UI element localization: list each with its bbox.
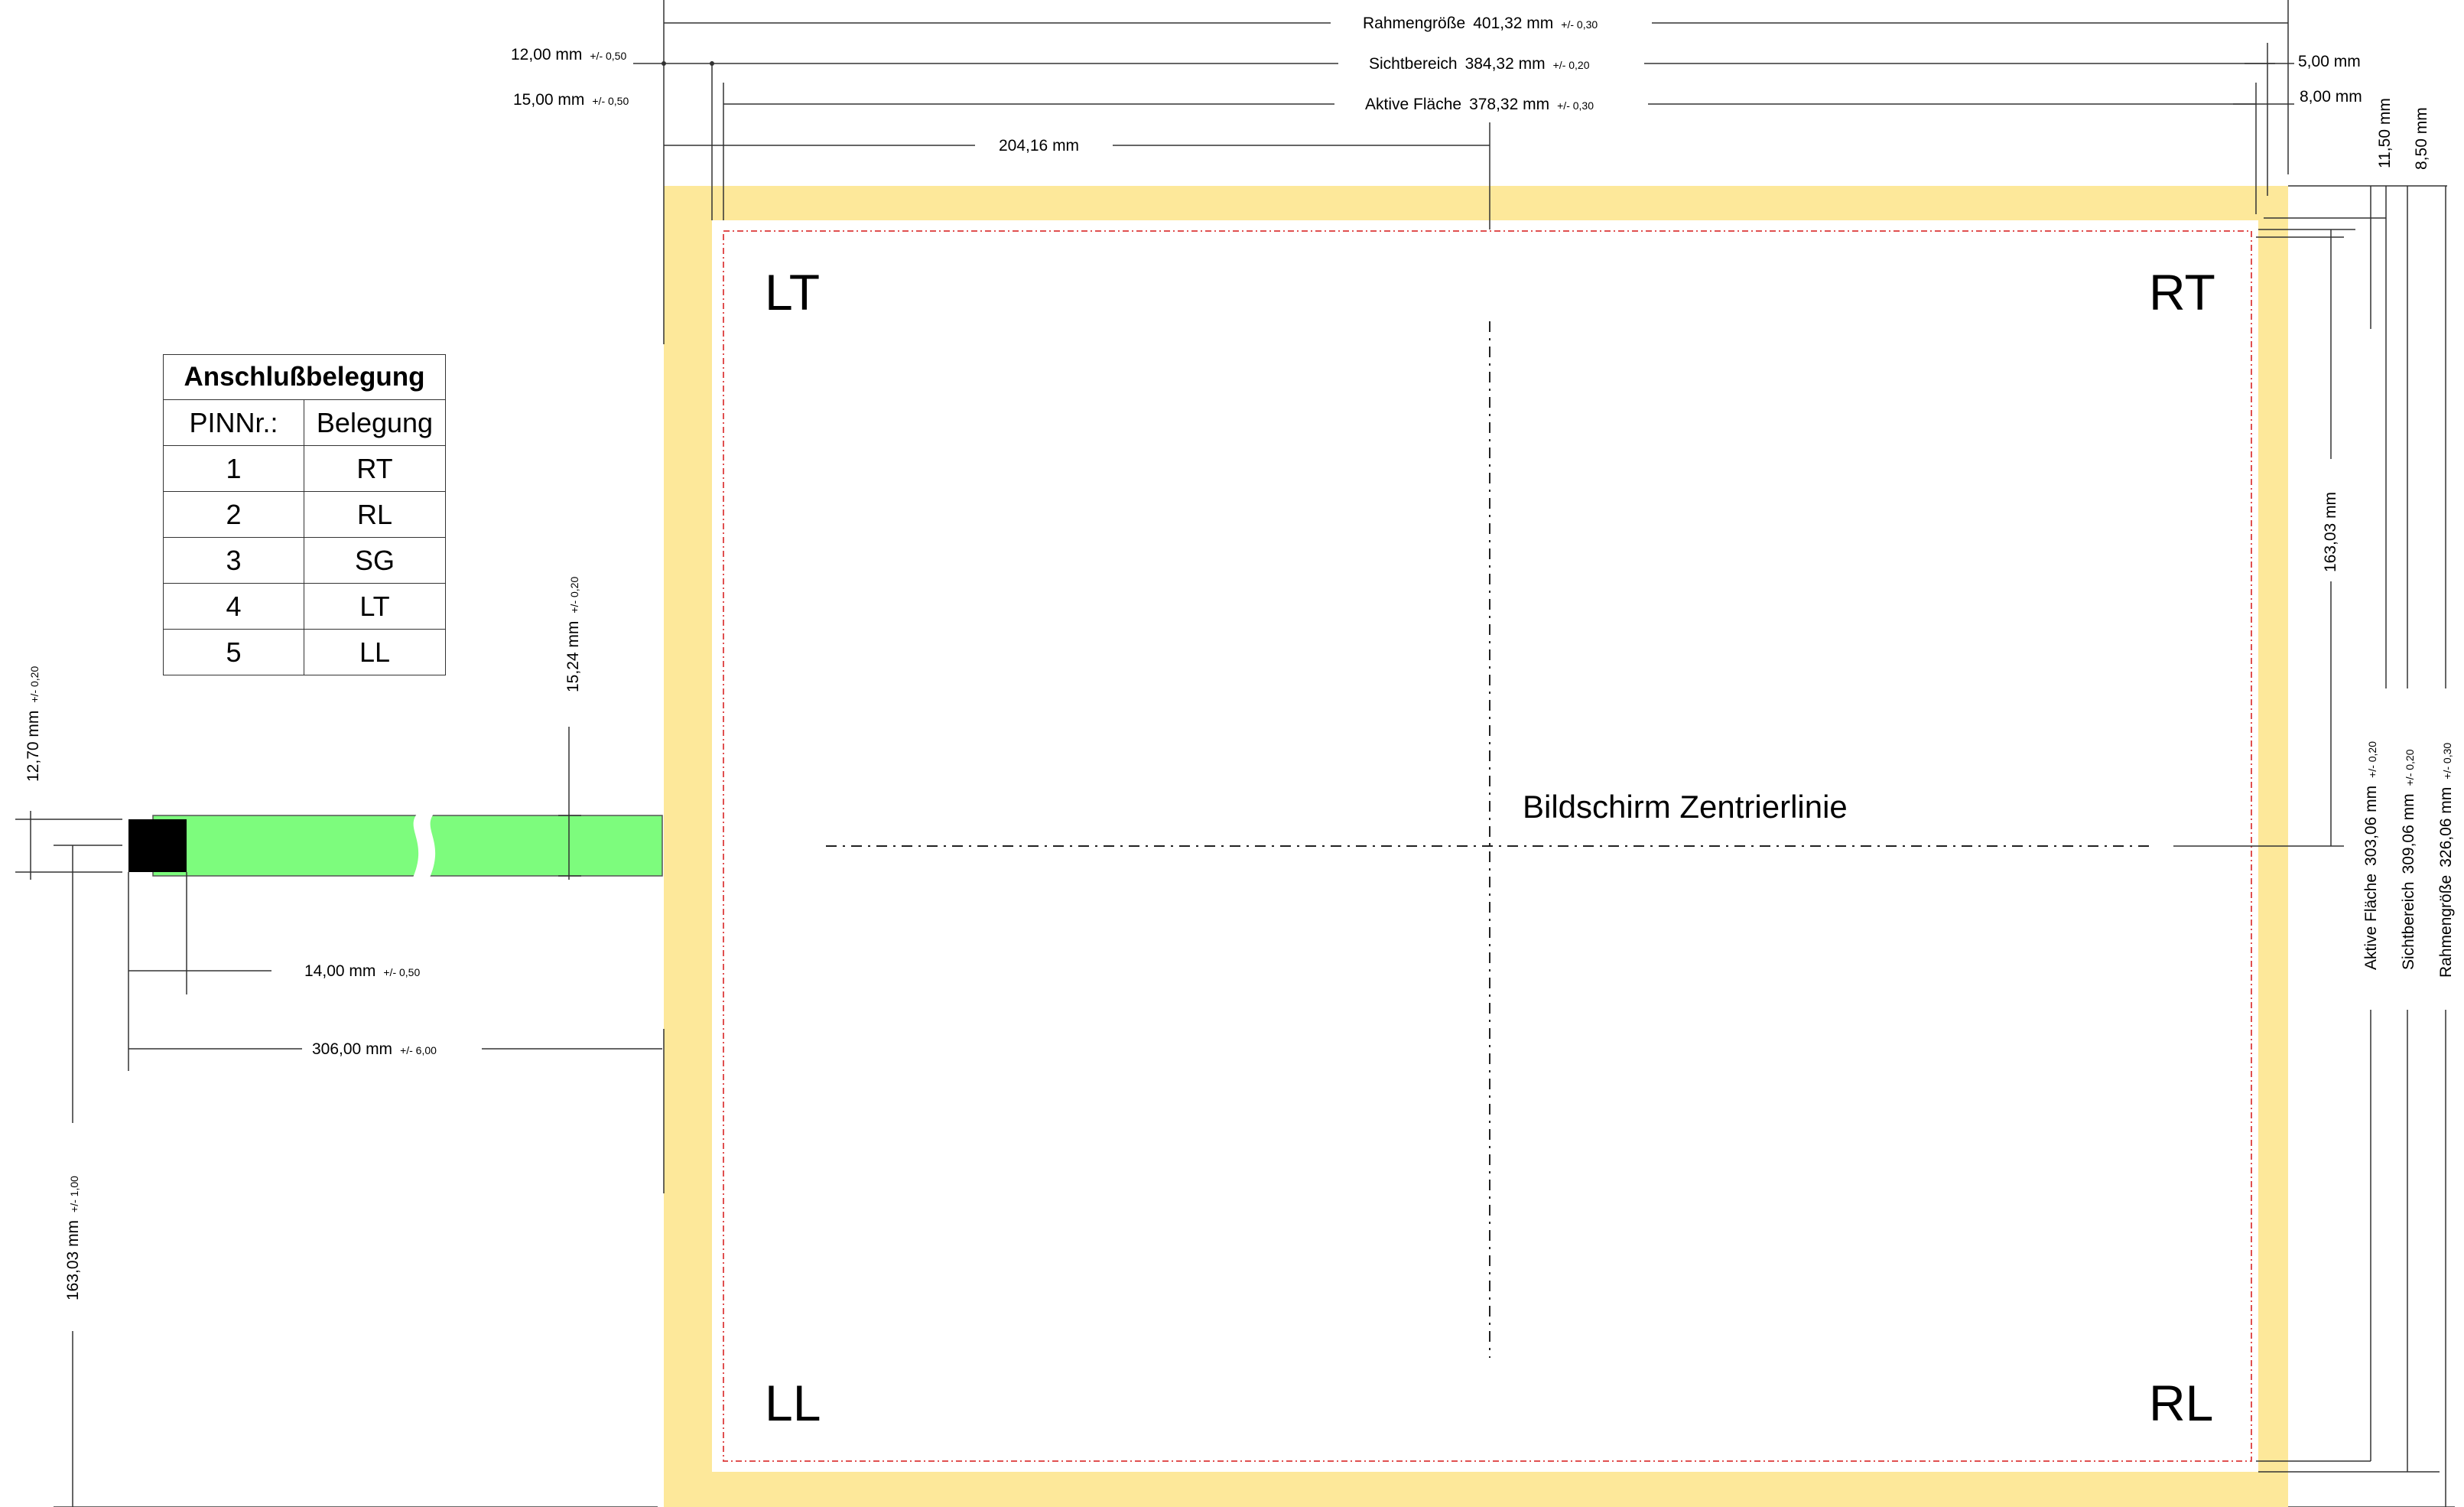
dim-right-163-value: 163,03 mm — [2322, 492, 2339, 572]
table-row: 3 SG — [163, 537, 446, 584]
dim-top-8-5-value: 8,50 mm — [2413, 107, 2430, 170]
svg-text:15,00 mm+/- 0,50: 15,00 mm +/- 0,50 — [513, 91, 629, 109]
dim-left-12-value: 12,00 mm — [511, 46, 582, 63]
dim-connector-width-tol: +/- 0,20 — [28, 666, 41, 703]
pin-table-title: Anschlußbelegung — [163, 354, 446, 400]
svg-text:12,70 mm+/- 0,20: 12,70 mm +/- 0,20 — [24, 666, 42, 782]
pin-number: 5 — [163, 629, 304, 675]
center-line-label: Bildschirm Zentrierlinie — [1523, 789, 1848, 825]
pin-number: 1 — [163, 445, 304, 492]
dim-frame-height-value: 326,06 mm — [2437, 787, 2455, 867]
dim-active-height-label: Aktive Fläche — [2362, 874, 2380, 970]
pin-assignment: RT — [304, 445, 446, 492]
dim-tail-width-value: 15,24 mm — [564, 621, 582, 692]
table-row: 4 LT — [163, 583, 446, 630]
svg-text:Sichtbereich384,32 mm+/- 0,20: Sichtbereich 384,32 mm +/- 0,20 — [1369, 55, 1590, 73]
dim-visible-height-value: 309,06 mm — [2400, 793, 2417, 874]
dim-right-8-value: 8,00 mm — [2300, 88, 2362, 106]
dim-visible-width-tol: +/- 0,20 — [1553, 59, 1590, 71]
corner-label-rt: RT — [2149, 264, 2215, 321]
svg-text:Aktive Fläche303,06 mm+/- 0,20: Aktive Fläche 303,06 mm +/- 0,20 — [2362, 741, 2380, 970]
dim-left-163-value: 163,03 mm — [64, 1220, 82, 1300]
svg-text:Rahmengröße326,06 mm+/- 0,30: Rahmengröße 326,06 mm +/- 0,30 — [2437, 743, 2455, 978]
dim-active-width-tol: +/- 0,30 — [1557, 99, 1594, 112]
dim-visible-height-label: Sichtbereich — [2400, 881, 2417, 970]
pin-number: 3 — [163, 537, 304, 584]
pin-assignment-table: Anschlußbelegung PINNr.: Belegung 1 RT 2… — [163, 354, 446, 675]
pin-number: 4 — [163, 583, 304, 630]
table-row: 2 RL — [163, 491, 446, 538]
dim-connector-width-value: 12,70 mm — [24, 711, 42, 782]
pin-table-header-assign: Belegung — [304, 399, 446, 446]
tail-strip — [152, 815, 663, 877]
dim-center-x-value: 204,16 mm — [999, 137, 1079, 155]
pin-assignment: RL — [304, 491, 446, 538]
svg-text:15,24 mm+/- 0,20: 15,24 mm +/- 0,20 — [564, 577, 582, 692]
dim-frame-height-label: Rahmengröße — [2437, 875, 2455, 978]
dim-left-15-value: 15,00 mm — [513, 91, 584, 109]
dim-connector-len-value: 14,00 mm — [304, 962, 375, 980]
dim-right-5-value: 5,00 mm — [2298, 53, 2361, 70]
svg-text:Rahmengröße401,32 mm+/- 0,30: Rahmengröße 401,32 mm +/- 0,30 — [1363, 15, 1598, 32]
dim-active-height-value: 303,06 mm — [2362, 786, 2380, 866]
svg-text:14,00 mm+/- 0,50: 14,00 mm +/- 0,50 — [304, 962, 420, 980]
dim-connector-len-tol: +/- 0,50 — [383, 966, 420, 978]
dim-frame-width-label: Rahmengröße — [1363, 15, 1465, 32]
corner-label-lt: LT — [765, 264, 820, 321]
technical-drawing: LT RT LL RL Bildschirm Zentrierlinie Rah… — [15, 0, 2455, 1507]
dim-frame-width-tol: +/- 0,30 — [1561, 18, 1598, 31]
dim-left-12-tol: +/- 0,50 — [590, 50, 626, 62]
table-row: 5 LL — [163, 629, 446, 675]
dim-tail-len-tol: +/- 6,00 — [400, 1044, 437, 1056]
dim-visible-width-label: Sichtbereich — [1369, 55, 1458, 73]
corner-label-ll: LL — [765, 1375, 821, 1431]
corner-label-rl: RL — [2149, 1375, 2213, 1431]
dim-left-15-tol: +/- 0,50 — [592, 95, 629, 107]
pin-assignment: LL — [304, 629, 446, 675]
dim-left-163-tol: +/- 1,00 — [68, 1176, 80, 1212]
dim-active-height-tol: +/- 0,20 — [2366, 741, 2378, 778]
svg-text:306,00 mm+/- 6,00: 306,00 mm +/- 6,00 — [312, 1040, 437, 1058]
dim-tail-width-tol: +/- 0,20 — [568, 577, 580, 614]
svg-text:163,03 mm+/- 1,00: 163,03 mm +/- 1,00 — [64, 1176, 82, 1300]
dim-visible-height-tol: +/- 0,20 — [2404, 749, 2416, 786]
svg-text:Aktive Fläche378,32 mm+/- 0,30: Aktive Fläche 378,32 mm +/- 0,30 — [1365, 96, 1594, 113]
pin-assignment: SG — [304, 537, 446, 584]
dim-visible-width-value: 384,32 mm — [1465, 55, 1546, 73]
dim-frame-width-value: 401,32 mm — [1473, 15, 1553, 32]
dim-tail-len-value: 306,00 mm — [312, 1040, 392, 1058]
pin-assignment: LT — [304, 583, 446, 630]
svg-text:12,00 mm+/- 0,50: 12,00 mm +/- 0,50 — [511, 46, 626, 63]
pin-table-header-pin: PINNr.: — [163, 399, 304, 446]
table-row: 1 RT — [163, 445, 446, 492]
dim-frame-height-tol: +/- 0,30 — [2441, 743, 2453, 780]
dim-active-width-value: 378,32 mm — [1469, 96, 1549, 113]
svg-text:Sichtbereich309,06 mm+/- 0,20: Sichtbereich 309,06 mm +/- 0,20 — [2400, 749, 2417, 970]
dim-active-width-label: Aktive Fläche — [1365, 96, 1461, 113]
dim-top-11-5-value: 11,50 mm — [2376, 98, 2394, 168]
connector — [128, 819, 187, 872]
pin-number: 2 — [163, 491, 304, 538]
